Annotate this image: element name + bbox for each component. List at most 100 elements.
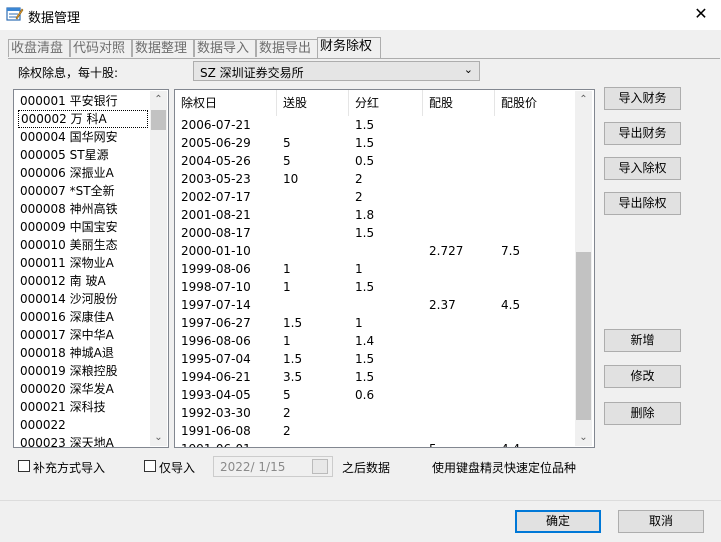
table-row[interactable]: 2000-08-17 1.5	[175, 224, 575, 242]
table-row[interactable]: 2002-07-17 2	[175, 188, 575, 206]
cell-dividend: 1	[355, 262, 363, 276]
table-row[interactable]: 1996-08-06 1 1.4	[175, 332, 575, 350]
footer-divider	[0, 500, 721, 501]
table-row[interactable]: 1994-06-21 3.5 1.5	[175, 368, 575, 386]
keyboard-hint: 使用键盘精灵快速定位品种	[432, 461, 577, 475]
stock-list-item[interactable]: 000022	[18, 416, 148, 434]
modify-button[interactable]: 修改	[604, 365, 681, 388]
date-picker[interactable]: 2022/ 1/15	[213, 456, 333, 477]
stock-list-item[interactable]: 000019 深粮控股	[18, 362, 148, 380]
export-finance-button[interactable]: 导出财务	[604, 122, 681, 145]
cell-bonus-shares: 1.5	[283, 352, 303, 366]
cell-bonus-shares	[277, 206, 283, 224]
stock-list-item[interactable]: 000010 美丽生态	[18, 236, 148, 254]
stock-list-item[interactable]: 000014 沙河股份	[18, 290, 148, 308]
tab-close-clear[interactable]: 收盘清盘	[8, 39, 70, 57]
cell-rights-price	[495, 368, 501, 386]
col-header-rights-price[interactable]: 配股价	[495, 90, 575, 116]
scroll-thumb[interactable]	[576, 252, 591, 420]
stock-list-item[interactable]: 000017 深中华A	[18, 326, 148, 344]
table-row[interactable]: 1998-07-10 1 1.5	[175, 278, 575, 296]
after-data-label: 之后数据	[342, 461, 391, 475]
col-header-bonus-shares[interactable]: 送股	[277, 90, 349, 116]
delete-button[interactable]: 删除	[604, 402, 681, 425]
stock-list-item[interactable]: 000005 ST星源	[18, 146, 148, 164]
table-row[interactable]: 2006-07-21 1.5	[175, 116, 575, 134]
ok-button[interactable]: 确定	[515, 510, 601, 533]
table-row[interactable]: 1991-06-01 5 4.4	[175, 440, 575, 447]
cancel-button[interactable]: 取消	[618, 510, 704, 533]
rights-table[interactable]: 除权日 送股 分红 配股 配股价 2006-07-21 1.5 2005-06-29…	[174, 89, 595, 448]
import-rights-button[interactable]: 导入除权	[604, 157, 681, 180]
stock-list-item[interactable]: 000012 南 玻A	[18, 272, 148, 290]
stock-list-item[interactable]: 000020 深华发A	[18, 380, 148, 398]
cell-rights-price	[495, 404, 501, 422]
stock-list-item[interactable]: 000009 中国宝安	[18, 218, 148, 236]
tab-finance-rights[interactable]: 财务除权	[317, 37, 381, 58]
stock-list-item[interactable]: 000016 深康佳A	[18, 308, 148, 326]
import-finance-button[interactable]: 导入财务	[604, 87, 681, 110]
stock-list-item[interactable]: 000023 深天地A	[18, 434, 148, 447]
stock-list-item[interactable]: 000021 深科技	[18, 398, 148, 416]
tab-code-mapping[interactable]: 代码对照	[70, 39, 132, 57]
cell-bonus-shares: 5	[283, 388, 291, 402]
table-row[interactable]: 1992-03-30 2	[175, 404, 575, 422]
exchange-select[interactable]: SZ 深圳证券交易所 ⌄	[193, 61, 480, 81]
stock-list-item[interactable]: 000011 深物业A	[18, 254, 148, 272]
stock-list-item[interactable]: 000018 神城A退	[18, 344, 148, 362]
cell-rights-shares	[423, 422, 429, 440]
stock-list-scrollbar[interactable]: ⌃ ⌄	[150, 91, 167, 446]
tab-data-import[interactable]: 数据导入	[194, 39, 256, 57]
stock-list[interactable]: 000001 平安银行 000002 万 科A 000004 国华网安 000005 …	[13, 89, 169, 448]
scroll-up-icon[interactable]: ⌃	[575, 91, 592, 108]
tab-data-organize[interactable]: 数据整理	[132, 39, 194, 57]
table-row[interactable]: 2004-05-26 5 0.5	[175, 152, 575, 170]
table-scrollbar[interactable]: ⌃ ⌄	[575, 91, 592, 446]
stock-list-item[interactable]: 000006 深振业A	[18, 164, 148, 182]
tab-data-export[interactable]: 数据导出	[256, 39, 318, 57]
cell-date: 1993-04-05	[181, 388, 251, 402]
only-import-checkbox[interactable]	[144, 460, 156, 472]
table-row[interactable]: 1993-04-05 5 0.6	[175, 386, 575, 404]
cell-rights-shares	[423, 368, 429, 386]
cell-rights-shares	[423, 206, 429, 224]
chevron-down-icon: ⌄	[463, 63, 473, 76]
scroll-up-icon[interactable]: ⌃	[150, 91, 167, 108]
table-row[interactable]: 1999-08-06 1 1	[175, 260, 575, 278]
table-row[interactable]: 2005-06-29 5 1.5	[175, 134, 575, 152]
calendar-dropdown-icon[interactable]	[312, 459, 328, 474]
stock-list-item[interactable]: 000004 国华网安	[18, 128, 148, 146]
cell-bonus-shares: 2	[283, 406, 291, 420]
stock-list-item[interactable]: 000008 神州高铁	[18, 200, 148, 218]
table-row[interactable]: 1991-06-08 2	[175, 422, 575, 440]
table-row[interactable]: 2001-08-21 1.8	[175, 206, 575, 224]
cell-dividend	[349, 242, 355, 260]
export-rights-button[interactable]: 导出除权	[604, 192, 681, 215]
table-row[interactable]: 1995-07-04 1.5 1.5	[175, 350, 575, 368]
scroll-thumb[interactable]	[151, 110, 166, 130]
cell-rights-price	[495, 116, 501, 134]
stock-list-item[interactable]: 000002 万 科A	[18, 110, 148, 128]
stock-list-item[interactable]: 000007 *ST全新	[18, 182, 148, 200]
stock-list-item[interactable]: 000001 平安银行	[18, 92, 148, 110]
scroll-down-icon[interactable]: ⌄	[150, 429, 167, 446]
scroll-down-icon[interactable]: ⌄	[575, 429, 592, 446]
add-button[interactable]: 新增	[604, 329, 681, 352]
supplement-import-checkbox[interactable]	[18, 460, 30, 472]
cell-rights-shares	[423, 224, 429, 242]
close-button[interactable]: ✕	[690, 4, 712, 24]
col-header-rights-shares[interactable]: 配股	[423, 90, 495, 116]
cell-dividend: 2	[355, 172, 363, 186]
cell-bonus-shares: 3.5	[283, 370, 303, 384]
cell-rights-price	[495, 170, 501, 188]
table-row[interactable]: 1997-07-14 2.37 4.5	[175, 296, 575, 314]
table-row[interactable]: 2003-05-23 10 2	[175, 170, 575, 188]
table-row[interactable]: 1997-06-27 1.5 1	[175, 314, 575, 332]
cell-rights-shares	[423, 116, 429, 134]
table-row[interactable]: 2000-01-10 2.727 7.5	[175, 242, 575, 260]
col-header-dividend[interactable]: 分红	[349, 90, 423, 116]
only-import-label: 仅导入	[159, 461, 196, 475]
cell-dividend	[349, 296, 355, 314]
cell-dividend: 1.5	[355, 280, 375, 294]
col-header-date[interactable]: 除权日	[175, 90, 277, 116]
